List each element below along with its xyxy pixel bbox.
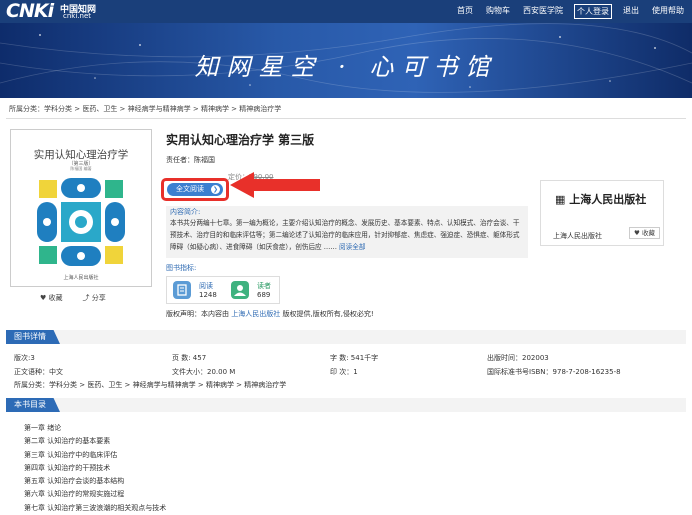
toc-item[interactable]: 第一章 绪论 [24, 422, 166, 435]
copyright-suffix: 版权提供,版权所有,侵权必究! [282, 310, 374, 318]
cover-art-icon [37, 178, 125, 266]
reader-icon [231, 281, 249, 299]
book-title: 实用认知心理治疗学 第三版 [166, 133, 315, 147]
banner: 知网星空 · 心可书馆 [0, 23, 692, 98]
nav-cart[interactable]: 购物车 [484, 4, 512, 19]
toc-item[interactable]: 第五章 认知治疗会谈的基本结构 [24, 475, 166, 488]
detail-language: 正文语种：中文 [14, 368, 63, 376]
nav-home[interactable]: 首页 [455, 4, 475, 19]
metrics-label: 图书指标: [166, 264, 197, 272]
publisher-card: ▦ 上海人民出版社 上海人民出版社 ♥ 收藏 [540, 180, 664, 246]
cover-publisher: 上海人民出版社 [63, 275, 99, 281]
publisher-logo[interactable]: ▦ 上海人民出版社 [555, 191, 646, 207]
detail-isbn: 国际标准书号ISBN：978-7-208-16235-8 [487, 368, 621, 376]
nav-institution[interactable]: 西安医学院 [521, 4, 565, 19]
book-author: 责任者：陈福国 [166, 156, 215, 164]
toc-item[interactable]: 第二章 认知治疗的基本要素 [24, 435, 166, 448]
metric-readers-label: 读者 [257, 282, 271, 290]
cover-share-button[interactable]: ⤴ 分享 [83, 293, 106, 303]
metric-reads-label: 阅读 [199, 282, 213, 290]
read-button-label: 全文阅读 [176, 185, 204, 193]
details-section-bar: 图书详情 [6, 330, 686, 344]
nav-personal-login[interactable]: 个人登录 [574, 4, 612, 19]
detail-print-count: 印 次：1 [330, 368, 358, 376]
full-text-read-button[interactable]: 全文阅读 ❯ [167, 183, 223, 196]
detail-edition: 版次:3 [14, 354, 35, 362]
top-nav: 首页 购物车 西安医学院 个人登录 退出 使用帮助 [455, 4, 686, 19]
toc-list: 第一章 绪论 第二章 认知治疗的基本要素 第三章 认知治疗中的临床评估 第四章 … [24, 422, 166, 515]
divider [6, 118, 686, 119]
publisher-name[interactable]: 上海人民出版社 [553, 231, 602, 241]
cnki-logo[interactable]: CNKi 中国知网 cnki.net [6, 0, 96, 22]
copyright-prefix: 版权声明：本内容由 [166, 310, 229, 318]
toc-item[interactable]: 第六章 认知治疗的常规实施过程 [24, 488, 166, 501]
nav-logout[interactable]: 退出 [621, 4, 641, 19]
toc-section-title: 本书目录 [6, 398, 60, 412]
breadcrumb: 所属分类：学科分类 > 医药、卫生 > 神经病学与精神病学 > 精神病学 > 精… [9, 105, 282, 113]
metrics-panel: 阅读 1248 读者 689 [166, 276, 280, 304]
publisher-favorite-button[interactable]: ♥ 收藏 [629, 227, 660, 239]
metric-reads: 阅读 1248 [169, 280, 219, 302]
intro-label: 内容简介: [170, 208, 201, 216]
detail-file-size: 文件大小：20.00 M [172, 368, 236, 376]
banner-slogan: 知网星空 · 心可书馆 [194, 53, 498, 81]
publisher-favorite-label: 收藏 [641, 229, 655, 237]
book-cover[interactable]: 实用认知心理治疗学 （第三版） 陈福国 编著 上海人民出版社 [10, 129, 152, 287]
heart-icon: ♥ [40, 294, 47, 302]
logo-domain: cnki.net [63, 12, 91, 20]
book-icon [173, 281, 191, 299]
detail-pub-time: 出版时间：202003 [487, 354, 549, 362]
toc-section-bar: 本书目录 [6, 398, 686, 412]
toc-item[interactable]: 第七章 认知治疗第三波浪潮的相关观点与技术 [24, 502, 166, 515]
cover-share-label: 分享 [91, 294, 106, 302]
publisher-logo-text: 上海人民出版社 [569, 193, 647, 206]
heart-icon: ♥ [634, 229, 640, 237]
cover-favorite-label: 收藏 [48, 294, 63, 302]
copyright-notice: 版权声明：本内容由 上海人民出版社 版权提供,版权所有,侵权必究! [166, 309, 374, 319]
share-icon: ⤴ [82, 294, 90, 302]
logo-wordmark: CNKi [6, 0, 54, 22]
intro-text: 本书共分两编十七章。第一编为概论，主要介绍认知治疗的概念、发展历史、基本要素、特… [170, 217, 524, 253]
read-all-link[interactable]: 阅读全部 [339, 243, 365, 251]
detail-category: 所属分类：学科分类 > 医药、卫生 > 神经病学与精神病学 > 精神病学 > 精… [14, 381, 287, 389]
toc-item[interactable]: 第四章 认知治疗的干预技术 [24, 462, 166, 475]
arrow-right-icon: ❯ [211, 185, 220, 194]
detail-pages: 页 数: 457 [172, 354, 207, 362]
details-section-title: 图书详情 [6, 330, 60, 344]
toc-item[interactable]: 第三章 认知治疗中的临床评估 [24, 449, 166, 462]
cover-actions: ♥ 收藏 ⤴ 分享 [40, 293, 106, 303]
top-bar: CNKi 中国知网 cnki.net 首页 购物车 西安医学院 个人登录 退出 … [0, 0, 692, 23]
pointer-arrow-icon [230, 172, 320, 198]
metric-readers: 读者 689 [227, 280, 277, 302]
publisher-link[interactable]: 上海人民出版社 [231, 310, 280, 318]
cover-author: 陈福国 编著 [70, 166, 92, 171]
metric-reads-value: 1248 [199, 291, 217, 299]
detail-words: 字 数: 541千字 [330, 354, 379, 362]
publisher-logo-icon: ▦ [555, 193, 566, 206]
cover-favorite-button[interactable]: ♥ 收藏 [40, 293, 63, 303]
nav-help[interactable]: 使用帮助 [650, 4, 686, 19]
metric-readers-value: 689 [257, 291, 271, 299]
